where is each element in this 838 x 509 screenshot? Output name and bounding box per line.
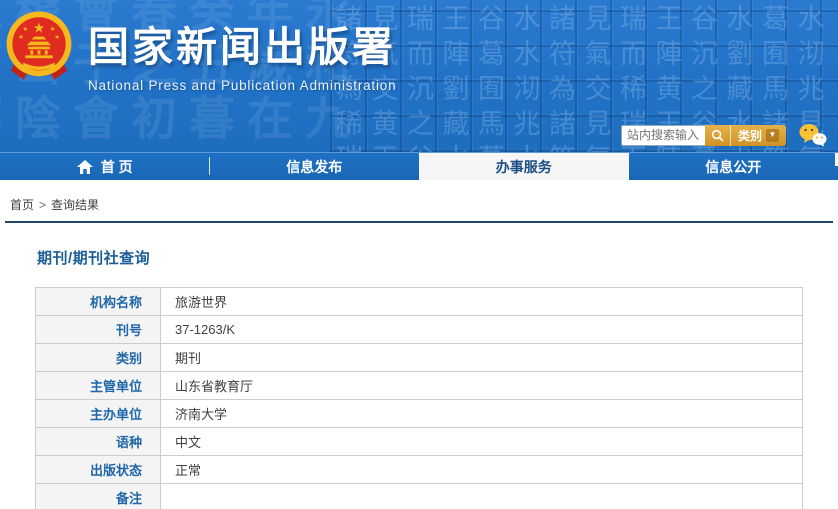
result-table: 机构名称旅游世界刊号37-1263/K类别期刊主管单位山东省教育厅主办单位济南大… [35, 287, 803, 509]
row-label: 主管单位 [36, 372, 161, 400]
row-value: 37-1263/K [161, 316, 803, 344]
row-label: 刊号 [36, 316, 161, 344]
row-value: 正常 [161, 456, 803, 484]
svg-text:★: ★ [18, 33, 24, 41]
breadcrumb-separator: > [39, 198, 46, 212]
row-label: 主办单位 [36, 400, 161, 428]
chevron-down-icon: ▼ [766, 129, 779, 142]
china-national-emblem-icon: ★ ★ ★ ★ ★ [3, 7, 75, 85]
breadcrumb-home-link[interactable]: 首页 [10, 198, 34, 212]
row-value [161, 484, 803, 509]
site-title: 国家新闻出版署 [88, 13, 396, 73]
site-search: 类别 ▼ [621, 123, 828, 147]
row-value: 济南大学 [161, 400, 803, 428]
row-label: 类别 [36, 344, 161, 372]
table-row: 备注 [36, 484, 803, 509]
row-value: 中文 [161, 428, 803, 456]
nav-label: 信息公开 [705, 157, 761, 177]
row-label: 语种 [36, 428, 161, 456]
svg-text:★: ★ [22, 25, 28, 33]
table-row: 主管单位山东省教育厅 [36, 372, 803, 400]
table-row: 出版状态正常 [36, 456, 803, 484]
table-row: 语种中文 [36, 428, 803, 456]
row-value: 旅游世界 [161, 288, 803, 316]
wechat-icon [798, 123, 828, 147]
main-nav: 首 页 信息发布 办事服务 信息公开 [0, 152, 838, 180]
search-input[interactable] [621, 125, 705, 146]
nav-item-home[interactable]: 首 页 [0, 153, 210, 180]
search-controls: 类别 ▼ [705, 125, 786, 146]
page-title: 期刊/期刊社查询 [37, 247, 838, 268]
wechat-share-button[interactable] [798, 123, 828, 147]
nav-label: 信息发布 [286, 157, 342, 177]
category-label: 类别 [738, 127, 762, 144]
table-row: 机构名称旅游世界 [36, 288, 803, 316]
table-row: 刊号37-1263/K [36, 316, 803, 344]
breadcrumb-current: 查询结果 [51, 198, 99, 212]
nav-label: 首 页 [101, 157, 133, 177]
section-divider [5, 221, 833, 223]
magnifier-icon [711, 129, 724, 142]
svg-text:★: ★ [33, 20, 45, 36]
home-icon [77, 160, 93, 174]
result-table-body: 机构名称旅游世界刊号37-1263/K类别期刊主管单位山东省教育厅主办单位济南大… [36, 288, 803, 509]
svg-text:★: ★ [50, 25, 56, 33]
site-brand: 国家新闻出版署 National Press and Publication A… [88, 13, 396, 93]
nav-item-news[interactable]: 信息发布 [210, 153, 420, 180]
table-row: 类别期刊 [36, 344, 803, 372]
site-subtitle: National Press and Publication Administr… [88, 78, 396, 93]
row-value: 期刊 [161, 344, 803, 372]
row-label: 出版状态 [36, 456, 161, 484]
row-value: 山东省教育厅 [161, 372, 803, 400]
table-row: 主办单位济南大学 [36, 400, 803, 428]
row-label: 备注 [36, 484, 161, 509]
search-button[interactable] [705, 125, 731, 146]
breadcrumb: 首页 > 查询结果 [0, 180, 838, 213]
nav-label: 办事服务 [496, 157, 552, 177]
site-header: 永和九年歲在癸丑暮春之初會于會稽山陰之蘭亭修禊事也群賢畢至少長咸集此地有崇山峻嶺… [0, 0, 838, 152]
row-label: 机构名称 [36, 288, 161, 316]
nav-item-services[interactable]: 办事服务 [419, 153, 629, 180]
category-dropdown[interactable]: 类别 ▼ [731, 127, 786, 144]
svg-text:★: ★ [54, 33, 60, 41]
nav-item-disclosure[interactable]: 信息公开 [629, 153, 838, 180]
